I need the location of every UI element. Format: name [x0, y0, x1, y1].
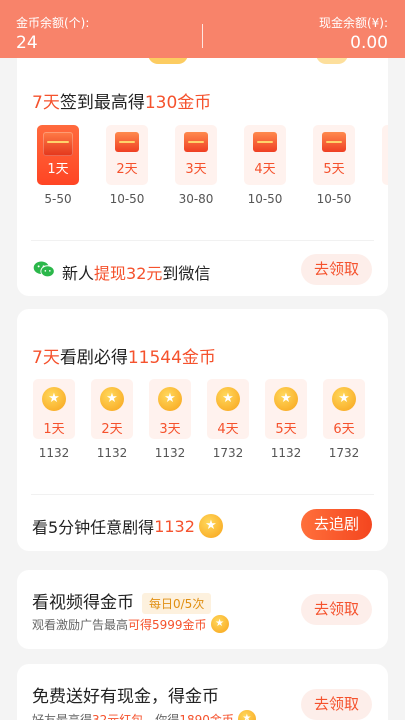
checkin-title: 7天签到最高得130金币 [32, 93, 212, 113]
video-task-card: 看视频得金币每日0/5次 观看激励广告最高可得5999金币 去领取 [17, 570, 388, 649]
invite-task-title: 免费送好有现金，得金币 [32, 687, 219, 707]
watch-day-6[interactable]: 6天 1732 [323, 379, 365, 460]
wechat-icon [33, 261, 55, 278]
watch-day-row: 1天 1132 2天 1132 3天 1132 4天 1732 [33, 379, 365, 460]
watch-drama-button[interactable]: 去追剧 [301, 509, 372, 540]
red-envelope-icon [184, 132, 208, 152]
gold-coin-icon [237, 710, 256, 720]
balance-header: 金币余额(个): 24 现金余额(¥): 0.00 [0, 0, 405, 58]
checkin-day-2[interactable]: 2天 10-50 [106, 125, 148, 206]
watch-day-tile: 4天 [207, 379, 249, 439]
gold-balance-label: 金币余额(个): [16, 16, 90, 30]
checkin-day-1[interactable]: 1天 5-50 [37, 125, 79, 206]
watch-day-tile: 2天 [91, 379, 133, 439]
divider [31, 240, 374, 241]
gold-coin-icon [210, 615, 229, 633]
invite-task-subtext: 好友最高得 32元红包 ，你得 1890金币 [32, 710, 256, 720]
watch-day-tile: 6天 [323, 379, 365, 439]
watch-day-tile: 1天 [33, 379, 75, 439]
watch-day-4[interactable]: 4天 1732 [207, 379, 249, 460]
red-envelope-icon [322, 132, 346, 152]
daily-count-badge: 每日0/5次 [142, 592, 212, 614]
cash-balance-label: 现金余额(¥): [318, 16, 388, 30]
divider [31, 494, 374, 495]
withdraw-text: 新人提现32元到微信 [62, 264, 211, 283]
video-task-subtext: 观看激励广告最高 可得5999金币 [32, 615, 229, 633]
checkin-day-4[interactable]: 4天 10-50 [244, 125, 286, 206]
watch-day-tile: 5天 [265, 379, 307, 439]
checkin-day-tile: 1天 [37, 125, 79, 185]
red-envelope-icon [115, 132, 139, 152]
gold-coin-icon [216, 387, 240, 411]
checkin-day-row: 1天 5-50 2天 10-50 3天 30-80 4天 10-50 5天 10… [37, 125, 382, 206]
withdraw-claim-button[interactable]: 去领取 [301, 254, 372, 285]
checkin-day-tile: 2天 [106, 125, 148, 185]
gold-coin-icon [198, 514, 223, 538]
cash-balance-value: 0.00 [350, 33, 388, 53]
gold-coin-icon [274, 387, 298, 411]
watch-drama-card: 7天看剧必得11544金币 1天 1132 2天 1132 3天 1132 [17, 309, 388, 551]
gold-coin-icon [42, 387, 66, 411]
watch-day-3[interactable]: 3天 1132 [149, 379, 191, 460]
header-divider [202, 24, 203, 48]
red-envelope-icon [43, 132, 73, 156]
watch-day-1[interactable]: 1天 1132 [33, 379, 75, 460]
checkin-day-tile: 4天 [244, 125, 286, 185]
red-envelope-icon [253, 132, 277, 152]
checkin-card: 7天签到最高得130金币 1天 5-50 2天 10-50 3天 30-80 4… [17, 48, 388, 296]
checkin-day-tile: 5天 [313, 125, 355, 185]
gold-coin-icon [158, 387, 182, 411]
watch-title: 7天看剧必得11544金币 [32, 348, 216, 368]
invite-claim-button[interactable]: 去领取 [301, 689, 372, 720]
video-claim-button[interactable]: 去领取 [301, 594, 372, 625]
watch-day-2[interactable]: 2天 1132 [91, 379, 133, 460]
checkin-day-6-partial [382, 125, 388, 185]
video-task-title: 看视频得金币 每日0/5次 [32, 588, 212, 614]
invite-task-card: 免费送好有现金，得金币 好友最高得32元红包，你得1890金币 去领取 [17, 664, 388, 720]
gold-coin-icon [100, 387, 124, 411]
checkin-day-5[interactable]: 5天 10-50 [313, 125, 355, 206]
watch-day-tile: 3天 [149, 379, 191, 439]
gold-balance-value: 24 [16, 33, 38, 53]
checkin-day-tile: 3天 [175, 125, 217, 185]
checkin-day-3[interactable]: 3天 30-80 [175, 125, 217, 206]
watch-day-5[interactable]: 5天 1132 [265, 379, 307, 460]
gold-coin-icon [332, 387, 356, 411]
watch-task-text: 看5分钟任意剧得 1132 [32, 514, 223, 538]
